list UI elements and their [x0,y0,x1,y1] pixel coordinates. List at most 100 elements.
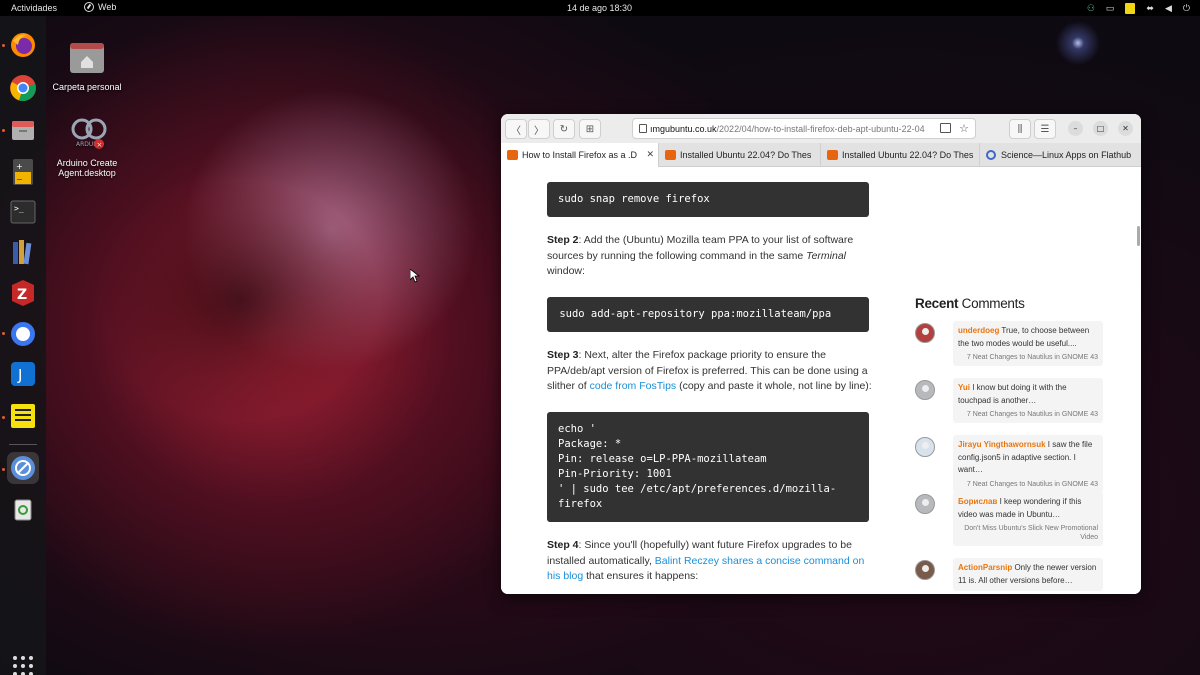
comment-text: I know but doing it with the touchpad is… [958,383,1067,405]
url-text: ımgubuntu.co.uk/2022/04/how-to-install-f… [650,124,925,134]
files-icon[interactable] [7,114,39,146]
scrollbar[interactable] [1137,226,1140,246]
minimize-icon: – [1073,124,1078,133]
avatar [915,437,935,457]
comment-author[interactable]: underdoeg [958,326,999,335]
comment-post-link[interactable]: 7 Neat Changes to Nautilus in GNOME 43 [958,480,1098,489]
bookmark-star-icon[interactable]: ☆ [959,122,969,135]
power-icon[interactable]: ⏻ [1183,2,1190,14]
new-tab-icon: ⊞ [585,123,595,135]
comment-post-link[interactable]: Don't Miss Ubuntu's Slick New Promotiona… [958,524,1098,542]
svg-text:J: J [17,366,22,384]
tab-1[interactable]: How to Install Firefox as a .D ✕ [501,143,659,167]
tab-4[interactable]: Science—Linux Apps on Flathub [980,143,1141,167]
notes-indicator-icon[interactable] [1125,2,1136,14]
top-bar: Actividades Web 14 de ago 18:30 ⚇ ▭ ⬌ ◀ … [0,0,1200,16]
lock-icon [639,124,647,133]
avatar [915,560,935,580]
running-indicator [2,44,5,47]
tab-title: Installed Ubuntu 22.04? Do Thes [680,150,812,160]
activities-button[interactable]: Actividades [11,3,57,13]
trash-icon[interactable] [7,493,39,525]
running-indicator [2,129,5,132]
arduino-shortcut[interactable]: ARDUINO × Arduino Create Agent.desktop [42,116,132,178]
svg-text:+: + [16,162,23,171]
calculator-icon[interactable]: + − [7,156,39,188]
reader-mode-icon[interactable] [940,123,951,133]
flathub-favicon-icon [986,150,996,160]
calibre-icon[interactable] [7,236,39,268]
maximize-button[interactable]: □ [1093,121,1108,136]
volume-icon[interactable]: ◀ [1165,2,1172,14]
menu-button[interactable]: ☰ [1034,119,1056,139]
browser-toolbar: 〈 〉 ↻ ⊞ ımgubuntu.co.uk/2022/04/how-to-i… [501,114,1141,143]
step-2-paragraph: Step 2: Add the (Ubuntu) Mozilla team PP… [547,234,854,277]
hamburger-menu-icon: ☰ [1040,123,1050,135]
comment-author[interactable]: ActionParsnip [958,563,1012,572]
step-4-paragraph: Step 4: Since you'll (hopefully) want fu… [547,539,865,582]
omgubuntu-favicon-icon [665,150,676,160]
running-indicator [2,468,5,471]
chrome-icon[interactable] [7,72,39,104]
signal-icon[interactable] [7,318,39,350]
app-menu[interactable]: Web [84,2,116,12]
code-block-1: sudo snap remove firefox [547,182,869,217]
tab-title: Installed Ubuntu 22.04? Do Thes [842,150,974,160]
fostips-link[interactable]: code from FosTips [590,380,677,392]
comment-post-link[interactable]: 7 Neat Changes to Nautilus in GNOME 43 [958,410,1098,419]
back-button[interactable]: 〈 [505,119,527,139]
firefox-icon[interactable] [7,29,39,61]
home-folder-icon [69,40,105,76]
tab-title: Science—Linux Apps on Flathub [1001,150,1132,160]
close-window-button[interactable]: ✕ [1118,121,1133,136]
omgubuntu-favicon-icon [507,150,518,160]
url-bar[interactable]: ımgubuntu.co.uk/2022/04/how-to-install-f… [632,118,976,139]
joplin-icon[interactable]: J [7,358,39,390]
arduino-icon: ARDUINO × [69,116,107,152]
comment-author[interactable]: Борислав [958,497,997,506]
notes-icon[interactable] [7,400,39,432]
avatar [915,494,935,514]
terminal-icon[interactable]: >_ [7,196,39,228]
svg-text:−: − [16,175,23,184]
network-icon[interactable]: ⬌ [1146,2,1154,14]
forward-button[interactable]: 〉 [528,119,550,139]
new-tab-button[interactable]: ⊞ [579,119,601,139]
running-indicator [2,416,5,419]
app-name: Web [98,2,117,12]
tab-2[interactable]: Installed Ubuntu 22.04? Do Thes [659,143,821,167]
avatar [915,380,935,400]
comment-author[interactable]: Jirayu Yingthawornsuk [958,440,1046,449]
home-folder-shortcut[interactable]: Carpeta personal [42,40,132,92]
reload-button[interactable]: ↻ [553,119,575,139]
maximize-icon: □ [1096,124,1105,133]
network-status-icon[interactable]: ⚇ [1087,2,1095,14]
dock-separator [9,444,37,445]
tab-3[interactable]: Installed Ubuntu 22.04? Do Thes [821,143,980,167]
recent-comments-title: Recent Comments [915,296,1025,311]
svg-text:>_: >_ [14,204,24,213]
recent-comments-widget: Recent Comments underdoeg True, to choos… [915,296,1105,591]
bookmarks-button[interactable]: ⫼ [1009,119,1031,139]
omgubuntu-favicon-icon [827,150,838,160]
running-indicator [2,332,5,335]
dock: + − >_ Z J [0,16,46,675]
display-icon[interactable]: ▭ [1106,2,1115,14]
show-apps-grid-icon[interactable] [13,656,33,675]
browser-window: 〈 〉 ↻ ⊞ ımgubuntu.co.uk/2022/04/how-to-i… [501,114,1141,594]
page-content: sudo snap remove firefox Step 2: Add the… [501,168,1141,594]
code-block-2: sudo add-apt-repository ppa:mozillateam/… [547,297,869,332]
minimize-button[interactable]: – [1068,121,1083,136]
mouse-cursor-icon [410,269,420,283]
web-browser-icon[interactable] [7,452,39,484]
close-icon: ✕ [1122,124,1129,133]
tab-close-icon[interactable]: ✕ [643,149,654,160]
comment-author[interactable]: Yui [958,383,970,392]
svg-text:Z: Z [17,287,27,303]
zotero-icon[interactable]: Z [7,277,39,309]
comment-post-link[interactable]: 7 Neat Changes to Nautilus in GNOME 43 [958,353,1098,362]
library-icon: ⫼ [1017,123,1023,135]
step-3-paragraph: Step 3: Next, alter the Firefox package … [547,349,872,392]
system-tray[interactable]: ⚇ ▭ ⬌ ◀ ⏻ [1087,2,1190,14]
clock[interactable]: 14 de ago 18:30 [567,3,632,13]
